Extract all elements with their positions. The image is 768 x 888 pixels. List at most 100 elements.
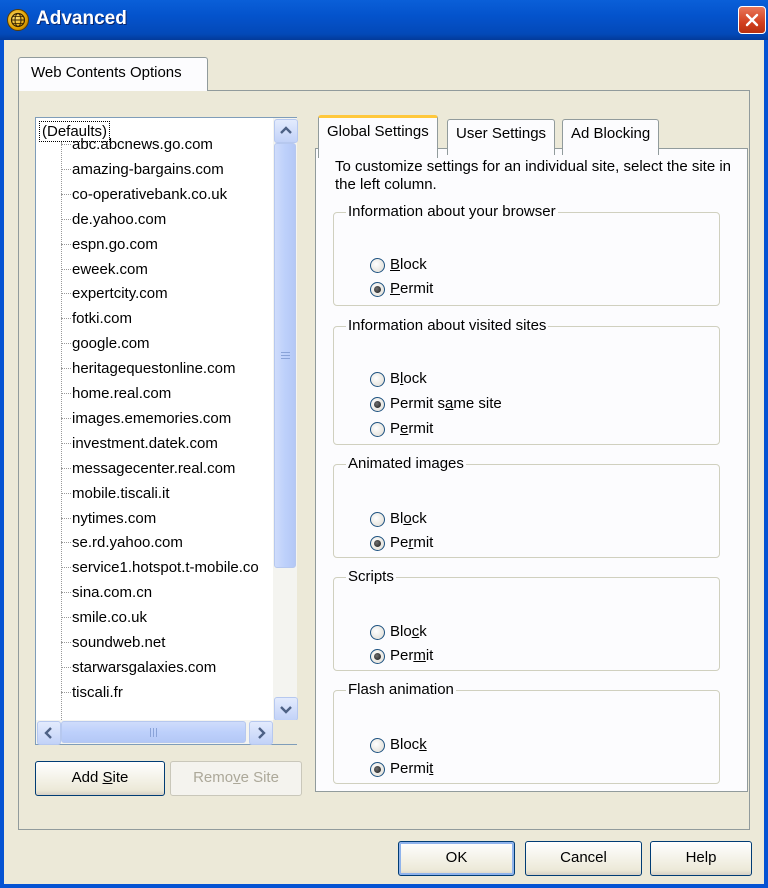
radio-label: Permit <box>390 647 434 664</box>
tree-connector <box>61 542 71 544</box>
tab-web-contents-options[interactable]: Web Contents Options <box>18 57 208 91</box>
vertical-scrollbar[interactable] <box>273 118 298 721</box>
site-item-label: amazing-bargains.com <box>72 160 224 178</box>
radio-unselected-icon[interactable] <box>370 738 385 753</box>
radio-label: Block <box>390 510 427 527</box>
site-item-label: abc.abcnews.go.com <box>72 136 213 153</box>
site-item-label: de.yahoo.com <box>72 210 167 228</box>
radio-unselected-icon[interactable] <box>370 625 385 640</box>
title-bar[interactable]: Advanced <box>0 0 768 40</box>
tree-connector <box>61 492 71 494</box>
chevron-up-icon <box>280 126 292 134</box>
tree-connector <box>61 567 71 569</box>
tree-connector <box>61 517 71 519</box>
radio-selected-icon[interactable] <box>370 282 385 297</box>
site-item-label: se.rd.yahoo.com <box>72 534 183 552</box>
window-border-bottom <box>0 884 768 888</box>
site-tree: (Defaults) abc.abcnews.go.com amazing-bar… <box>36 118 273 720</box>
radio-label: Permit <box>390 280 434 297</box>
tab-ad-blocking[interactable]: Ad Blocking <box>562 119 660 155</box>
radio-unselected-icon[interactable] <box>370 258 385 273</box>
tree-connector <box>61 666 71 668</box>
horizontal-scrollbar[interactable] <box>36 720 273 745</box>
ok-button[interactable]: OK <box>398 841 515 876</box>
tree-connector <box>61 168 71 170</box>
scroll-up-button[interactable] <box>274 119 298 143</box>
tree-connector <box>61 293 71 295</box>
group-title: Scripts <box>346 567 396 587</box>
chevron-right-icon <box>258 727 266 739</box>
site-item-label: co-operativebank.co.uk <box>72 185 228 203</box>
radio-label: Permit <box>390 534 434 551</box>
tree-connector <box>61 144 71 145</box>
tree-connector <box>61 442 71 444</box>
radio-label: Block <box>390 370 427 387</box>
site-item-label: google.com <box>72 335 150 353</box>
remove-site-button[interactable]: Remove Site <box>170 761 302 796</box>
site-item-label: messagecenter.real.com <box>72 459 236 477</box>
site-item-label: nytimes.com <box>72 509 157 527</box>
radio-unselected-icon[interactable] <box>370 512 385 527</box>
tree-connector <box>61 318 71 320</box>
radio-unselected-icon[interactable] <box>370 422 385 437</box>
close-button[interactable] <box>738 6 766 34</box>
cancel-button[interactable]: Cancel <box>525 841 642 876</box>
site-item-label: fotki.com <box>72 310 133 328</box>
scrollbar-corner <box>273 720 297 744</box>
help-button[interactable]: Help <box>650 841 752 876</box>
tree-connector <box>61 617 71 619</box>
tree-connector <box>61 218 71 220</box>
add-site-button[interactable]: Add Site <box>35 761 165 796</box>
site-item-label: espn.go.com <box>72 235 158 253</box>
radio-label: Permit <box>390 760 434 777</box>
site-item-label: mobile.tiscali.it <box>72 484 170 502</box>
group-animated-images: Animated images Block Permit <box>333 454 720 558</box>
group-title: Flash animation <box>346 680 456 700</box>
site-list[interactable]: (Defaults) abc.abcnews.go.com amazing-bar… <box>35 117 298 745</box>
site-item-label: investment.datek.com <box>72 434 218 452</box>
site-item-label: soundweb.net <box>72 634 166 651</box>
radio-selected-icon[interactable] <box>370 762 385 777</box>
radio-selected-icon[interactable] <box>370 397 385 412</box>
scroll-down-button[interactable] <box>274 697 298 721</box>
site-item-label: smile.co.uk <box>72 609 148 627</box>
tree-connector <box>61 343 71 345</box>
site-item-label: home.real.com <box>72 385 172 402</box>
radio-label: Block <box>390 736 427 753</box>
radio-unselected-icon[interactable] <box>370 372 385 387</box>
radio-label: Block <box>390 256 427 273</box>
group-title: Information about your browser <box>346 202 558 222</box>
site-item-label: service1.hotspot.t-mobile.co <box>72 559 259 577</box>
settings-description: To customize settings for an individual … <box>335 158 732 193</box>
tree-connector <box>61 467 71 469</box>
vertical-scroll-thumb[interactable] <box>274 143 296 568</box>
group-visited-sites: Information about visited sites Block Perm… <box>333 316 720 445</box>
window-border-right <box>764 40 768 888</box>
horizontal-scroll-thumb[interactable] <box>61 721 246 743</box>
group-title: Information about visited sites <box>346 316 549 336</box>
radio-selected-icon[interactable] <box>370 536 385 551</box>
radio-label: Block <box>390 623 427 640</box>
scroll-left-button[interactable] <box>37 721 61 745</box>
tree-connector <box>61 193 71 195</box>
site-item-label: starwarsgalaxies.com <box>72 658 217 676</box>
radio-selected-icon[interactable] <box>370 649 385 664</box>
tree-connector <box>61 368 71 370</box>
tree-connector <box>61 642 71 643</box>
chevron-left-icon <box>44 727 52 739</box>
scroll-right-button[interactable] <box>249 721 273 745</box>
tab-global-settings[interactable]: Global Settings <box>318 115 438 158</box>
tree-connector <box>61 393 71 394</box>
site-item-label: sina.com.cn <box>72 584 153 602</box>
site-item-label: eweek.com <box>72 260 148 278</box>
tree-connector <box>61 243 71 245</box>
chevron-down-icon <box>280 706 292 714</box>
tab-user-settings[interactable]: User Settings <box>447 119 556 155</box>
group-title: Animated images <box>346 454 466 474</box>
tree-connector <box>61 268 71 270</box>
tree-connector <box>61 691 71 693</box>
globe-icon <box>7 9 29 31</box>
tree-connector <box>61 592 71 594</box>
site-item-label: heritagequestonline.com <box>72 360 236 378</box>
radio-label: Permit <box>390 420 434 437</box>
